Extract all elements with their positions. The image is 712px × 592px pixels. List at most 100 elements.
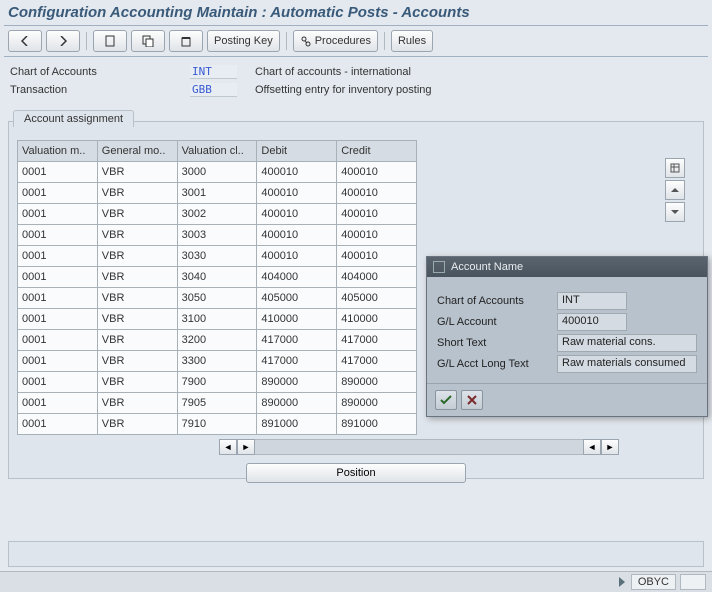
- copy-icon[interactable]: [131, 30, 165, 52]
- coa-field[interactable]: INT: [190, 65, 237, 79]
- cancel-button[interactable]: [461, 390, 483, 410]
- status-arrow-icon[interactable]: [619, 577, 625, 587]
- cell-cr[interactable]: 417000: [337, 330, 417, 351]
- cell-vm[interactable]: 0001: [18, 204, 98, 225]
- col-credit[interactable]: Credit: [337, 141, 417, 162]
- cell-vc[interactable]: 3050: [177, 288, 257, 309]
- transaction-field[interactable]: GBB: [190, 83, 237, 97]
- cell-cr[interactable]: 417000: [337, 351, 417, 372]
- scroll-up-icon[interactable]: [665, 180, 685, 200]
- cell-cr[interactable]: 400010: [337, 204, 417, 225]
- table-row[interactable]: 0001VBR3300417000417000: [18, 351, 417, 372]
- cell-vc[interactable]: 3100: [177, 309, 257, 330]
- cell-vm[interactable]: 0001: [18, 414, 98, 435]
- scroll-left-icon[interactable]: ◄: [219, 439, 237, 455]
- cell-gm[interactable]: VBR: [97, 267, 177, 288]
- cell-dr[interactable]: 417000: [257, 330, 337, 351]
- cell-vm[interactable]: 0001: [18, 267, 98, 288]
- position-button[interactable]: Position: [246, 463, 466, 483]
- cell-cr[interactable]: 400010: [337, 162, 417, 183]
- cell-gm[interactable]: VBR: [97, 330, 177, 351]
- cell-cr[interactable]: 400010: [337, 246, 417, 267]
- cell-gm[interactable]: VBR: [97, 246, 177, 267]
- cell-dr[interactable]: 400010: [257, 246, 337, 267]
- cell-cr[interactable]: 890000: [337, 393, 417, 414]
- table-row[interactable]: 0001VBR3000400010400010: [18, 162, 417, 183]
- cell-cr[interactable]: 890000: [337, 372, 417, 393]
- confirm-button[interactable]: [435, 390, 457, 410]
- cell-gm[interactable]: VBR: [97, 288, 177, 309]
- cell-vm[interactable]: 0001: [18, 288, 98, 309]
- scroll-right-icon[interactable]: ►: [237, 439, 255, 455]
- cell-vc[interactable]: 3200: [177, 330, 257, 351]
- table-row[interactable]: 0001VBR7910891000891000: [18, 414, 417, 435]
- col-debit[interactable]: Debit: [257, 141, 337, 162]
- cell-gm[interactable]: VBR: [97, 414, 177, 435]
- cell-dr[interactable]: 890000: [257, 372, 337, 393]
- cell-vm[interactable]: 0001: [18, 162, 98, 183]
- table-row[interactable]: 0001VBR7900890000890000: [18, 372, 417, 393]
- cell-vc[interactable]: 3040: [177, 267, 257, 288]
- cell-dr[interactable]: 404000: [257, 267, 337, 288]
- cell-cr[interactable]: 405000: [337, 288, 417, 309]
- table-row[interactable]: 0001VBR3001400010400010: [18, 183, 417, 204]
- procedures-button[interactable]: Procedures: [293, 30, 378, 52]
- cell-gm[interactable]: VBR: [97, 309, 177, 330]
- cell-vc[interactable]: 3000: [177, 162, 257, 183]
- prev-button[interactable]: [8, 30, 42, 52]
- cell-vm[interactable]: 0001: [18, 351, 98, 372]
- cell-vm[interactable]: 0001: [18, 309, 98, 330]
- cell-vm[interactable]: 0001: [18, 393, 98, 414]
- cell-vc[interactable]: 3003: [177, 225, 257, 246]
- cell-gm[interactable]: VBR: [97, 183, 177, 204]
- cell-dr[interactable]: 891000: [257, 414, 337, 435]
- table-row[interactable]: 0001VBR3003400010400010: [18, 225, 417, 246]
- cell-dr[interactable]: 400010: [257, 183, 337, 204]
- cell-gm[interactable]: VBR: [97, 393, 177, 414]
- cell-dr[interactable]: 405000: [257, 288, 337, 309]
- cell-dr[interactable]: 890000: [257, 393, 337, 414]
- cell-vc[interactable]: 3001: [177, 183, 257, 204]
- cell-cr[interactable]: 891000: [337, 414, 417, 435]
- cell-dr[interactable]: 400010: [257, 162, 337, 183]
- cell-gm[interactable]: VBR: [97, 372, 177, 393]
- cell-dr[interactable]: 410000: [257, 309, 337, 330]
- cell-vc[interactable]: 3002: [177, 204, 257, 225]
- cell-cr[interactable]: 400010: [337, 183, 417, 204]
- cell-vm[interactable]: 0001: [18, 246, 98, 267]
- table-row[interactable]: 0001VBR3200417000417000: [18, 330, 417, 351]
- cell-gm[interactable]: VBR: [97, 351, 177, 372]
- table-row[interactable]: 0001VBR3050405000405000: [18, 288, 417, 309]
- create-icon[interactable]: [93, 30, 127, 52]
- posting-key-button[interactable]: Posting Key: [207, 30, 280, 52]
- delete-icon[interactable]: [169, 30, 203, 52]
- cell-vc[interactable]: 3030: [177, 246, 257, 267]
- cell-vc[interactable]: 3300: [177, 351, 257, 372]
- col-valuation-class[interactable]: Valuation cl..: [177, 141, 257, 162]
- cell-dr[interactable]: 400010: [257, 225, 337, 246]
- scroll-left2-icon[interactable]: ◄: [583, 439, 601, 455]
- next-button[interactable]: [46, 30, 80, 52]
- rules-button[interactable]: Rules: [391, 30, 433, 52]
- cell-vc[interactable]: 7905: [177, 393, 257, 414]
- cell-vm[interactable]: 0001: [18, 372, 98, 393]
- cell-cr[interactable]: 400010: [337, 225, 417, 246]
- cell-gm[interactable]: VBR: [97, 225, 177, 246]
- col-general-mod[interactable]: General mo..: [97, 141, 177, 162]
- table-row[interactable]: 0001VBR3002400010400010: [18, 204, 417, 225]
- scroll-down-icon[interactable]: [665, 202, 685, 222]
- table-row[interactable]: 0001VBR3040404000404000: [18, 267, 417, 288]
- cell-gm[interactable]: VBR: [97, 162, 177, 183]
- scroll-right2-icon[interactable]: ►: [601, 439, 619, 455]
- cell-vm[interactable]: 0001: [18, 225, 98, 246]
- table-row[interactable]: 0001VBR7905890000890000: [18, 393, 417, 414]
- cell-dr[interactable]: 417000: [257, 351, 337, 372]
- cell-vc[interactable]: 7900: [177, 372, 257, 393]
- cell-vm[interactable]: 0001: [18, 183, 98, 204]
- cell-gm[interactable]: VBR: [97, 204, 177, 225]
- table-row[interactable]: 0001VBR3100410000410000: [18, 309, 417, 330]
- cell-cr[interactable]: 410000: [337, 309, 417, 330]
- col-valuation-mod[interactable]: Valuation m..: [18, 141, 98, 162]
- scroll-track[interactable]: [255, 439, 583, 455]
- config-columns-icon[interactable]: [665, 158, 685, 178]
